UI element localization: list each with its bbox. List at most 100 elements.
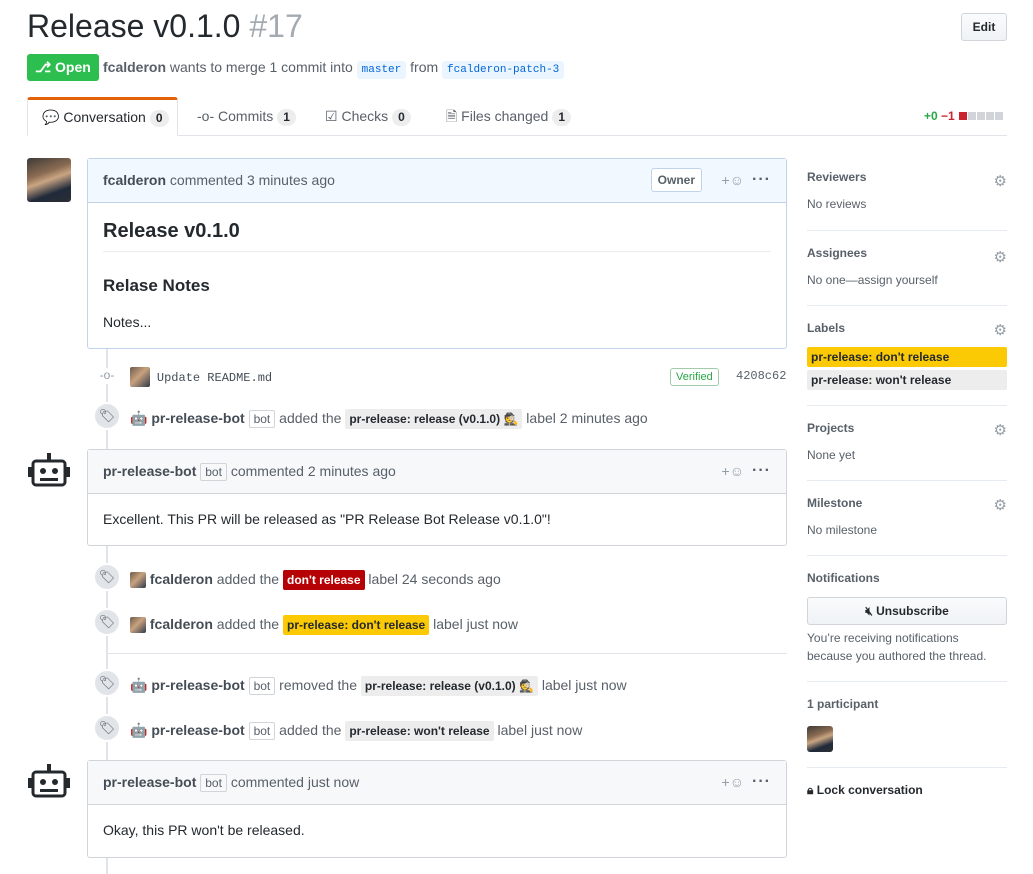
gear-icon[interactable]: ⚙	[994, 496, 1007, 514]
participant-avatar[interactable]	[807, 726, 833, 752]
edit-button[interactable]: Edit	[961, 13, 1007, 41]
gear-icon[interactable]: ⚙	[994, 421, 1007, 439]
comment-body: Release v0.1.0 Relase Notes Notes...	[88, 203, 786, 345]
tab-commits[interactable]: -o- Commits 1	[183, 97, 310, 136]
comment-box: fcalderon commented 3 minutes ago Owner …	[87, 158, 787, 349]
tab-label: Files changed	[461, 108, 549, 124]
body-text: Excellent. This PR will be released as "…	[103, 511, 551, 527]
comment-header: fcalderon commented 3 minutes ago Owner …	[88, 159, 786, 203]
sidebar-title: Assignees	[807, 246, 868, 260]
diff-block	[977, 112, 986, 120]
more-options-icon[interactable]: ···	[752, 159, 771, 201]
label-text: pr-release: release (v0.1.0)	[364, 679, 516, 693]
state-badge: ⎇ Open	[27, 54, 99, 81]
label-tag[interactable]: pr-release: won't release	[345, 721, 494, 741]
comment-box: pr-release-bot bot commented just now +☺…	[87, 760, 787, 858]
pr-number: #17	[249, 8, 303, 44]
comment-body: Excellent. This PR will be released as "…	[88, 494, 786, 542]
bot-badge: bot	[200, 463, 227, 481]
add-reaction-icon[interactable]: +☺	[722, 761, 744, 803]
comment-author[interactable]: fcalderon	[103, 172, 166, 188]
gear-icon[interactable]: ⚙	[994, 248, 1007, 266]
notifications-note: because you authored the thread.	[807, 649, 987, 663]
more-options-icon[interactable]: ···	[752, 450, 771, 492]
event-verb: added the	[279, 722, 342, 738]
timeline-event: 🤖 pr-release-bot bot added the pr-releas…	[130, 721, 582, 741]
verified-badge[interactable]: Verified	[670, 368, 719, 386]
lock-conversation-link[interactable]: 🔒︎ Lock conversation	[807, 783, 923, 798]
sidebar-reviewers: Reviewers ⚙ No reviews	[807, 170, 1007, 231]
event-actor[interactable]: fcalderon	[150, 616, 213, 632]
label-tag[interactable]: don't release	[282, 570, 365, 590]
comment-body: Okay, this PR won't be released.	[88, 805, 786, 853]
tag-icon: 🏷	[93, 669, 121, 697]
assign-yourself-link[interactable]: No one—assign yourself	[807, 273, 1007, 287]
commit-sha[interactable]: 4208c62	[736, 369, 786, 383]
comment-author[interactable]: pr-release-bot	[103, 463, 196, 479]
base-branch[interactable]: master	[356, 61, 407, 79]
comment-action[interactable]: commented 2 minutes ago	[231, 463, 396, 479]
sidebar-title: Reviewers	[807, 170, 867, 184]
from-text: from	[410, 59, 439, 75]
sidebar-label-dont-release[interactable]: pr-release: don't release	[807, 347, 1007, 367]
bot-badge: bot	[200, 774, 227, 792]
event-actor[interactable]: pr-release-bot	[151, 722, 244, 738]
sidebar-label-wont-release[interactable]: pr-release: won't release	[807, 370, 1007, 390]
robot-icon: 🤖	[130, 410, 148, 426]
avatar[interactable]	[130, 617, 146, 634]
add-reaction-icon[interactable]: +☺	[722, 159, 744, 201]
timeline-event: 🤖 pr-release-bot bot removed the pr-rele…	[130, 676, 627, 696]
avatar[interactable]	[27, 158, 71, 202]
robot-avatar-icon[interactable]	[27, 449, 71, 493]
bot-badge: bot	[248, 722, 276, 740]
tab-counter: 1	[277, 109, 296, 126]
robot-avatar-icon[interactable]	[27, 760, 71, 804]
tab-counter: 0	[392, 109, 411, 126]
tab-conversation[interactable]: 💬 Conversation 0	[27, 97, 178, 136]
avatar[interactable]	[130, 572, 146, 589]
avatar[interactable]	[130, 367, 150, 387]
sidebar-projects: Projects ⚙ None yet	[807, 421, 1007, 481]
timeline-divider	[107, 653, 787, 654]
more-options-icon[interactable]: ···	[752, 761, 771, 803]
sidebar-notifications: Notifications You’re receiving notificat…	[807, 571, 1007, 682]
sidebar-title: Notifications	[807, 571, 880, 585]
comment-author[interactable]: pr-release-bot	[103, 774, 196, 790]
add-reaction-icon[interactable]: +☺	[722, 450, 744, 492]
unsubscribe-button[interactable]: 🔇︎ Unsubscribe	[807, 597, 1007, 625]
timeline-line	[106, 349, 108, 449]
tag-icon: 🏷	[93, 608, 121, 636]
body-subheading: Relase Notes	[103, 276, 210, 295]
sidebar-value: No milestone	[807, 523, 878, 537]
tag-icon: 🏷	[93, 402, 121, 430]
event-actor[interactable]: pr-release-bot	[151, 677, 244, 693]
commit-icon: -o-	[99, 368, 115, 384]
label-tag[interactable]: pr-release: don't release	[282, 615, 430, 635]
event-verb: added the	[279, 410, 342, 426]
head-branch[interactable]: fcalderon-patch-3	[442, 61, 565, 79]
sidebar-participants: 1 participant	[807, 697, 1007, 768]
timeline-line	[106, 858, 108, 874]
lock-label: Lock conversation	[816, 783, 923, 797]
timeline-event: fcalderon added the don't release label …	[130, 570, 501, 590]
comment-action[interactable]: commented just now	[231, 774, 359, 790]
tab-files-changed[interactable]: 🗎 Files changed 1	[432, 97, 585, 136]
tab-label: Commits	[218, 108, 274, 124]
event-actor[interactable]: pr-release-bot	[151, 410, 244, 426]
diffstat: +0 −1	[924, 109, 1004, 123]
gear-icon[interactable]: ⚙	[994, 172, 1007, 190]
commit-message[interactable]: Update README.md	[157, 371, 272, 385]
tab-checks[interactable]: ☑ Checks 0	[311, 97, 425, 136]
author-link[interactable]: fcalderon	[103, 59, 166, 75]
label-tag[interactable]: pr-release: release (v0.1.0) 🕵	[360, 676, 538, 696]
label-text: pr-release: release (v0.1.0)	[349, 412, 501, 426]
commit-icon: -o-	[197, 108, 215, 124]
gear-icon[interactable]: ⚙	[994, 321, 1007, 339]
label-tag[interactable]: pr-release: release (v0.1.0) 🕵	[345, 409, 523, 429]
unsubscribe-label: Unsubscribe	[876, 604, 949, 618]
comment-action[interactable]: commented 3 minutes ago	[170, 172, 335, 188]
event-suffix: label just now	[541, 677, 627, 693]
body-text: Okay, this PR won't be released.	[103, 822, 305, 838]
event-actor[interactable]: fcalderon	[150, 571, 213, 587]
file-diff-icon: 🗎	[446, 108, 458, 124]
